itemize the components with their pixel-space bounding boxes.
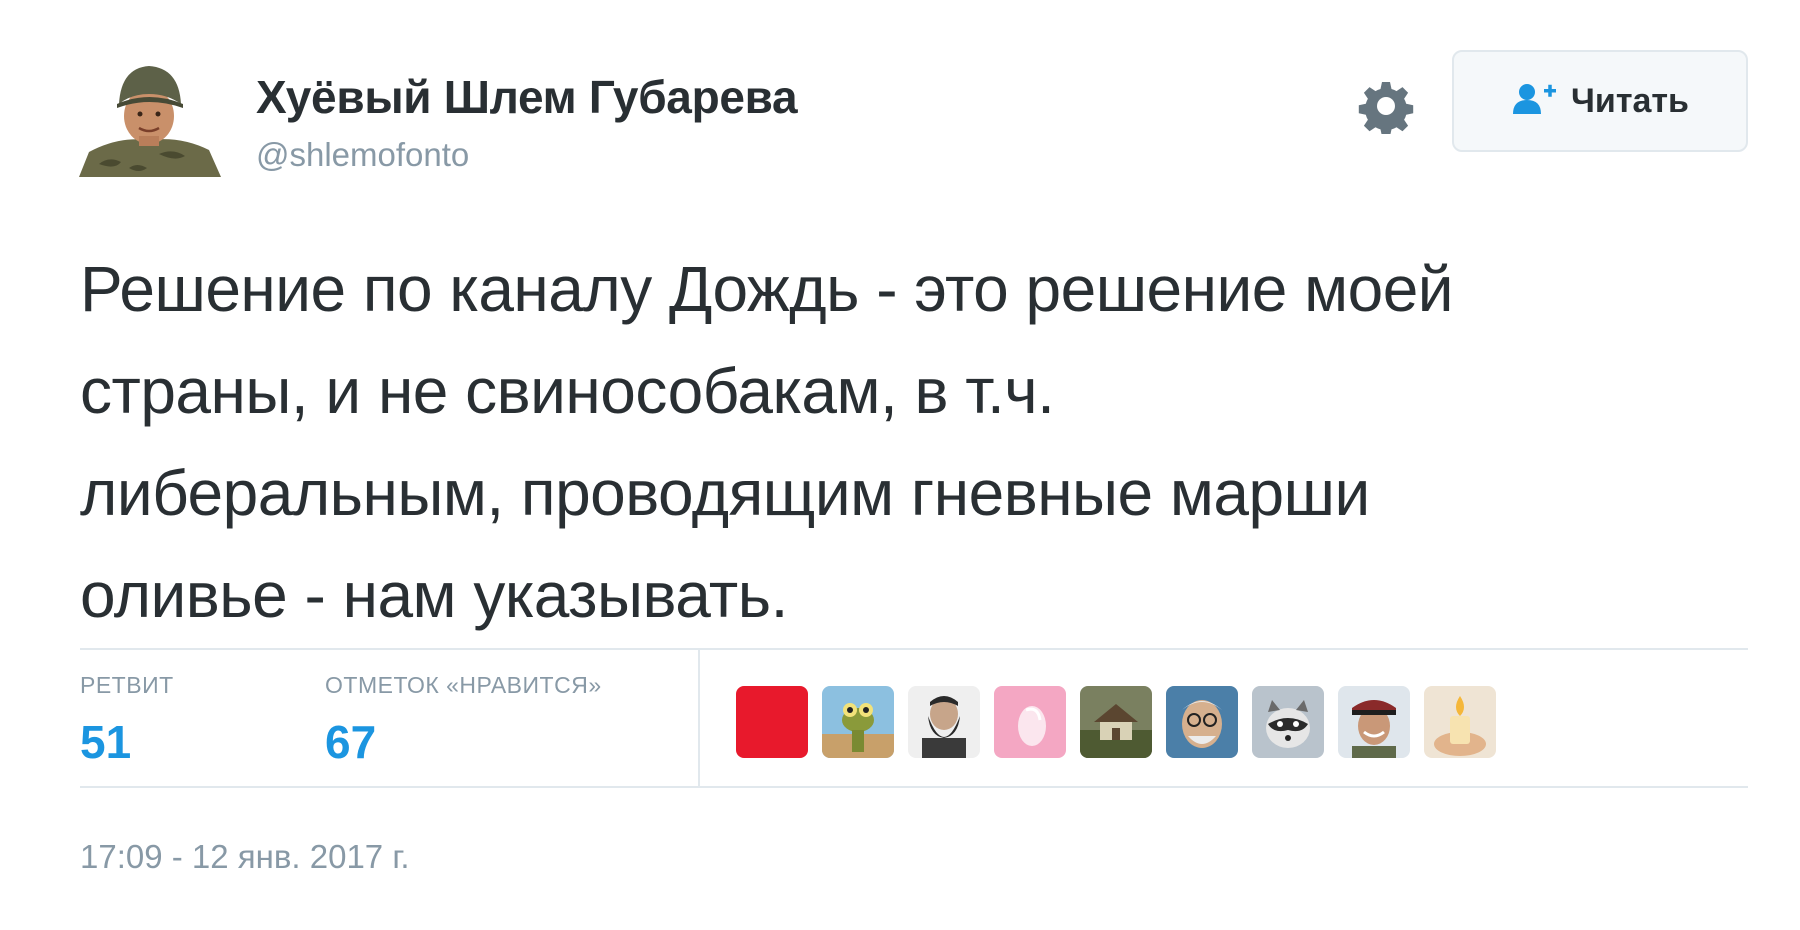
- tweet-text-line: либеральным, проводящим гневные марши: [80, 457, 1370, 529]
- liker-avatar[interactable]: [1166, 686, 1238, 758]
- candle-avatar-icon: [1424, 686, 1496, 758]
- follow-button-label: Читать: [1571, 81, 1689, 120]
- likes-label: ОТМЕТОК «НРАВИТСЯ»: [325, 672, 602, 698]
- author-name[interactable]: Хуёвый Шлем Губарева: [256, 70, 798, 124]
- retweets-count: 51: [80, 716, 132, 768]
- stats-top-divider: [80, 648, 1748, 650]
- officer-avatar-icon: [1338, 686, 1410, 758]
- liker-avatar[interactable]: [994, 686, 1066, 758]
- liker-avatar[interactable]: [736, 686, 808, 758]
- raccoon-avatar-icon: [1252, 686, 1324, 758]
- follow-button[interactable]: Читать: [1452, 50, 1748, 152]
- tweet-timestamp[interactable]: 17:09 - 12 янв. 2017 г.: [80, 838, 410, 876]
- author-avatar[interactable]: [79, 54, 221, 177]
- house-painting-avatar-icon: [1080, 686, 1152, 758]
- tweet-text-line: Решение по каналу Дождь - это решение мо…: [80, 253, 1454, 325]
- stats-vertical-divider: [698, 650, 700, 786]
- author-handle[interactable]: @shlemofonto: [256, 136, 469, 174]
- liker-avatar[interactable]: [822, 686, 894, 758]
- red-square-avatar-icon: [736, 686, 808, 758]
- tweet-card: Хуёвый Шлем Губарева @shlemofonto Читать…: [0, 0, 1800, 930]
- add-user-icon: [1511, 82, 1557, 121]
- likers-list: [736, 686, 1496, 758]
- gear-icon[interactable]: [1358, 78, 1414, 137]
- liker-avatar[interactable]: [1252, 686, 1324, 758]
- pink-feather-avatar-icon: [994, 686, 1066, 758]
- retweets-stat[interactable]: РЕТВИТ 51: [80, 672, 174, 769]
- old-man-glasses-avatar-icon: [1166, 686, 1238, 758]
- liker-avatar[interactable]: [1338, 686, 1410, 758]
- retweets-label: РЕТВИТ: [80, 672, 174, 698]
- soldier-helmet-avatar-icon: [79, 54, 221, 177]
- likes-count: 67: [325, 716, 377, 768]
- tweet-text: Решение по каналу Дождь - это решение мо…: [80, 238, 1760, 646]
- bearded-man-avatar-icon: [908, 686, 980, 758]
- liker-avatar[interactable]: [1424, 686, 1496, 758]
- likes-stat[interactable]: ОТМЕТОК «НРАВИТСЯ» 67: [325, 672, 602, 769]
- tweet-text-line: оливье - нам указывать.: [80, 559, 788, 631]
- liker-avatar[interactable]: [1080, 686, 1152, 758]
- liker-avatar[interactable]: [908, 686, 980, 758]
- stats-bottom-divider: [80, 786, 1748, 788]
- lizard-avatar-icon: [822, 686, 894, 758]
- tweet-text-line: страны, и не свинособакам, в т.ч.: [80, 355, 1055, 427]
